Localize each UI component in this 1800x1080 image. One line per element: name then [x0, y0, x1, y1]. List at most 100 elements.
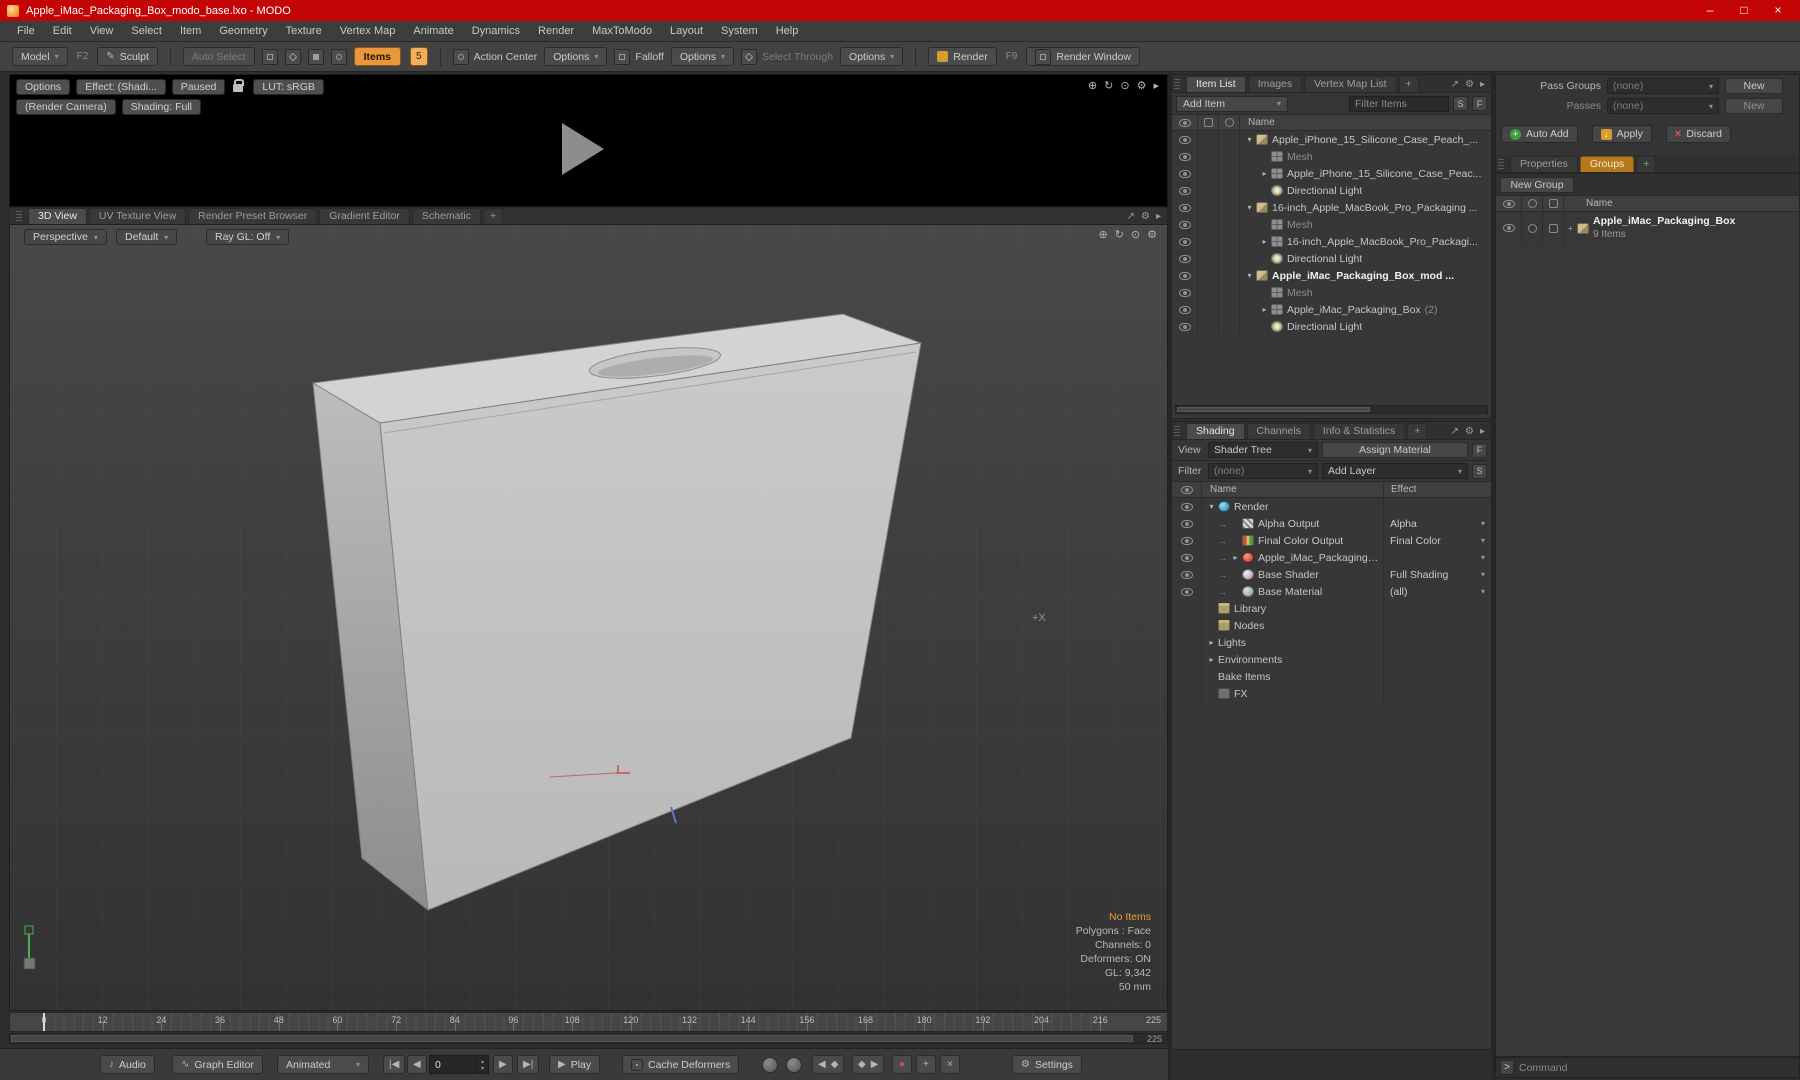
expand-icon[interactable]: ↗	[1451, 426, 1459, 437]
tab-images[interactable]: Images	[1247, 76, 1303, 92]
frame-input[interactable]	[430, 1058, 476, 1071]
pass-groups-dropdown[interactable]: (none) ▾	[1607, 78, 1719, 94]
action-icon-button[interactable]	[786, 1057, 802, 1073]
remove-key-button[interactable]: ×	[940, 1055, 960, 1074]
visibility-cell[interactable]	[1172, 566, 1202, 583]
shader-row[interactable]: Nodes	[1172, 617, 1491, 634]
shading-style-dropdown[interactable]: Default ▾	[116, 229, 178, 245]
zoom-icon[interactable]: ⊙	[1131, 228, 1140, 242]
zoom-icon[interactable]: ⊙	[1120, 79, 1129, 93]
s-button[interactable]: S	[1472, 463, 1487, 479]
render-button[interactable]: Render	[928, 47, 997, 66]
tab-grip[interactable]	[16, 210, 22, 221]
item-row[interactable]: Mesh	[1172, 284, 1491, 301]
toggle-cell[interactable]	[1522, 212, 1543, 244]
visibility-cell[interactable]	[1172, 267, 1198, 284]
prev-frame-button[interactable]: ◀	[407, 1055, 427, 1074]
maximize-button[interactable]: □	[1729, 1, 1759, 20]
item-row[interactable]: ▸ 16-inch_Apple_MacBook_Pro_Packagi...	[1172, 233, 1491, 250]
expander-icon[interactable]: ▾	[1205, 502, 1218, 511]
timeline-scroll-handle[interactable]	[11, 1035, 1133, 1042]
shader-row[interactable]: → Base Shader Full Shading ▾	[1172, 566, 1491, 583]
expander-icon[interactable]: ▾	[1243, 135, 1256, 144]
menu-dynamics[interactable]: Dynamics	[463, 21, 529, 41]
eye-icon[interactable]	[1180, 570, 1193, 579]
shader-row[interactable]: ▸ Environments	[1172, 651, 1491, 668]
item-row[interactable]: ▾ Apple_iPhone_15_Silicone_Case_Peach_...	[1172, 131, 1491, 148]
item-row[interactable]: Directional Light	[1172, 318, 1491, 335]
add-layer-dropdown[interactable]: Add Layer ▾	[1322, 463, 1468, 479]
next-keyframe-button[interactable]: ◆ ▶	[852, 1055, 885, 1074]
tab-shading[interactable]: Shading	[1186, 423, 1245, 439]
raygl-dropdown[interactable]: Ray GL: Off ▾	[206, 229, 290, 245]
shader-filter-dropdown[interactable]: (none) ▾	[1208, 463, 1318, 479]
add-tab-button[interactable]: +	[1636, 156, 1657, 172]
select-through-toggle[interactable]: Select Through	[741, 48, 833, 65]
panel-arrow-icon[interactable]: ▸	[1156, 211, 1161, 222]
expander-icon[interactable]: ▾	[1243, 271, 1256, 280]
item-row[interactable]: ▸ Apple_iMac_Packaging_Box (2)	[1172, 301, 1491, 318]
box-front-face[interactable]	[379, 342, 922, 911]
tab-3d-view[interactable]: 3D View	[28, 208, 87, 224]
goto-end-button[interactable]: ▶|	[517, 1055, 540, 1074]
preview-lut-button[interactable]: LUT: sRGB	[253, 79, 324, 95]
visibility-cell[interactable]	[1172, 165, 1198, 182]
effect-dropdown-icon[interactable]: ▾	[1475, 536, 1491, 545]
gear-icon[interactable]: ⚙	[1137, 79, 1147, 93]
item-row[interactable]: Directional Light	[1172, 182, 1491, 199]
tab-grip[interactable]	[1174, 424, 1180, 436]
effect-dropdown-icon[interactable]: ▾	[1475, 570, 1491, 579]
shader-row[interactable]: ▾ Render	[1172, 498, 1491, 515]
add-item-button[interactable]: Add Item ▾	[1176, 95, 1288, 112]
orbit-icon[interactable]: ↻	[1115, 228, 1124, 242]
action-center-options-button[interactable]: Options ▾	[544, 47, 608, 66]
expander-icon[interactable]: ▸	[1258, 169, 1271, 178]
visibility-cell[interactable]	[1172, 182, 1198, 199]
add-tab-button[interactable]: +	[1398, 76, 1419, 92]
pan-icon[interactable]: ⊕	[1088, 79, 1097, 93]
group-row[interactable]: + Apple_iMac_Packaging_Box 9 Items	[1496, 212, 1799, 244]
goto-start-button[interactable]: |◀	[383, 1055, 406, 1074]
visibility-cell[interactable]	[1172, 498, 1202, 515]
eye-icon[interactable]	[1178, 305, 1191, 314]
minimize-button[interactable]: –	[1695, 1, 1725, 20]
shader-row[interactable]: → Final Color Output Final Color ▾	[1172, 532, 1491, 549]
effect-dropdown-icon[interactable]: ▾	[1475, 587, 1491, 596]
render-preview-panel[interactable]: Options Effect: (Shadi... Paused LUT: sR…	[9, 74, 1168, 207]
expander-icon[interactable]: ▸	[1229, 553, 1242, 562]
menu-layout[interactable]: Layout	[661, 21, 712, 41]
expander-icon[interactable]: ▸	[1205, 655, 1218, 664]
shading-full-button[interactable]: Shading: Full	[121, 99, 201, 115]
settings-button[interactable]: ⚙ Settings	[1012, 1055, 1082, 1074]
close-button[interactable]: ×	[1763, 1, 1793, 20]
eye-icon[interactable]	[1180, 519, 1193, 528]
preview-options-button[interactable]: Options	[16, 79, 71, 95]
item-row[interactable]: Directional Light	[1172, 250, 1491, 267]
shader-row[interactable]: →▸ Apple_iMac_Packaging_Bo ... ▾	[1172, 549, 1491, 566]
timeline-ruler[interactable]: 0122436486072849610812013214415616818019…	[9, 1012, 1168, 1032]
auto-add-button[interactable]: + Auto Add	[1501, 125, 1578, 143]
menu-item[interactable]: Item	[171, 21, 210, 41]
model-layout-button[interactable]: Model ▾	[12, 47, 68, 66]
prev-keyframe-button[interactable]: ◀ ◆	[812, 1055, 845, 1074]
shader-row[interactable]: → Alpha Output Alpha ▾	[1172, 515, 1491, 532]
items-mode-button[interactable]: Items	[353, 47, 402, 66]
falloff-options-button[interactable]: Options ▾	[670, 47, 735, 66]
expander-icon[interactable]: ▸	[1258, 305, 1271, 314]
pan-icon[interactable]: ⊕	[1098, 228, 1107, 242]
menu-render[interactable]: Render	[529, 21, 583, 41]
menu-texture[interactable]: Texture	[277, 21, 331, 41]
render-window-button[interactable]: Render Window	[1026, 47, 1141, 66]
tab-grip[interactable]	[1174, 77, 1180, 89]
visibility-cell[interactable]	[1172, 216, 1198, 233]
new-pass-group-button[interactable]: New	[1725, 78, 1783, 94]
visibility-cell[interactable]	[1172, 301, 1198, 318]
preview-paused-button[interactable]: Paused	[171, 79, 226, 95]
eye-icon[interactable]	[1180, 587, 1193, 596]
render-column-header[interactable]	[1543, 196, 1564, 211]
eye-icon[interactable]	[1178, 271, 1191, 280]
discard-button[interactable]: × Discard	[1665, 125, 1731, 143]
menu-edit[interactable]: Edit	[44, 21, 81, 41]
visibility-cell[interactable]	[1172, 284, 1198, 301]
shader-row[interactable]: Bake Items	[1172, 668, 1491, 685]
